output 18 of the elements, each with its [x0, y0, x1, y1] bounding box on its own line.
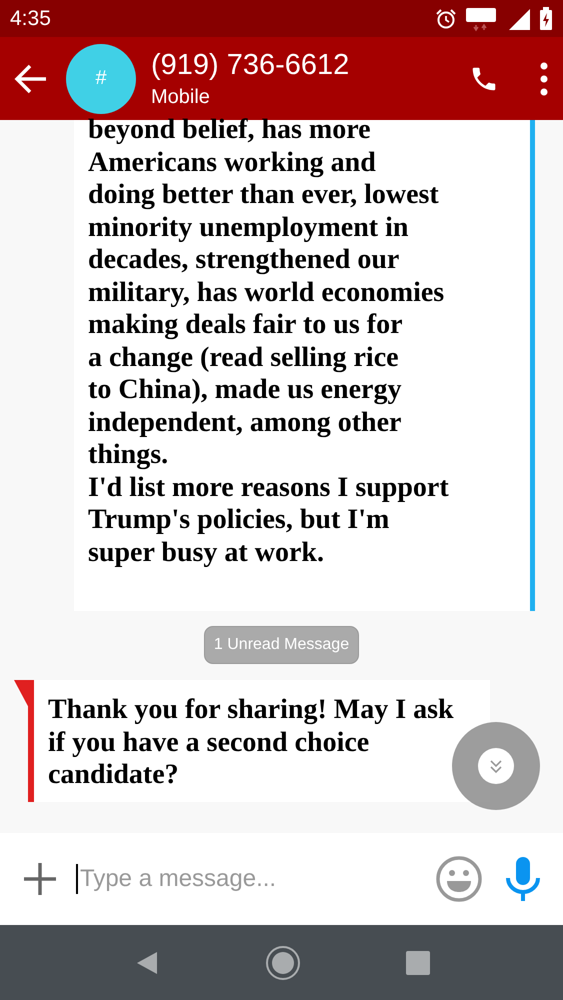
alarm-icon — [435, 8, 457, 30]
more-options-icon[interactable] — [539, 62, 549, 96]
add-icon[interactable] — [22, 861, 58, 897]
contact-number: (919) 736-6612 — [151, 48, 350, 82]
home-icon[interactable] — [264, 944, 300, 980]
back-arrow-icon[interactable] — [14, 64, 48, 94]
message-text: Thank you for sharing! May I ask if you have a second choice candidate? — [48, 694, 455, 792]
status-time: 4:35 — [10, 6, 51, 30]
emoji-icon[interactable] — [435, 855, 483, 903]
recents-icon[interactable] — [406, 950, 430, 974]
double-chevron-down-icon — [476, 746, 516, 786]
microphone-icon[interactable] — [505, 856, 541, 902]
battery-icon — [539, 6, 553, 30]
contact-type: Mobile — [151, 86, 211, 108]
message-text: beyond belief, has more Americans working and doing better than ever, lowest minority unemployment in decades, strengthened our military, has world economies making deals fair to us for a change (read selling rice to China), made us energy independent, among other things. I'd list more reasons I support Trump's policies, but I'm super busy at work. — [88, 114, 450, 569]
unread-message-badge[interactable]: 1 Unread Message — [204, 626, 360, 664]
signal-icon — [507, 6, 531, 30]
contact-avatar: # — [66, 44, 136, 114]
